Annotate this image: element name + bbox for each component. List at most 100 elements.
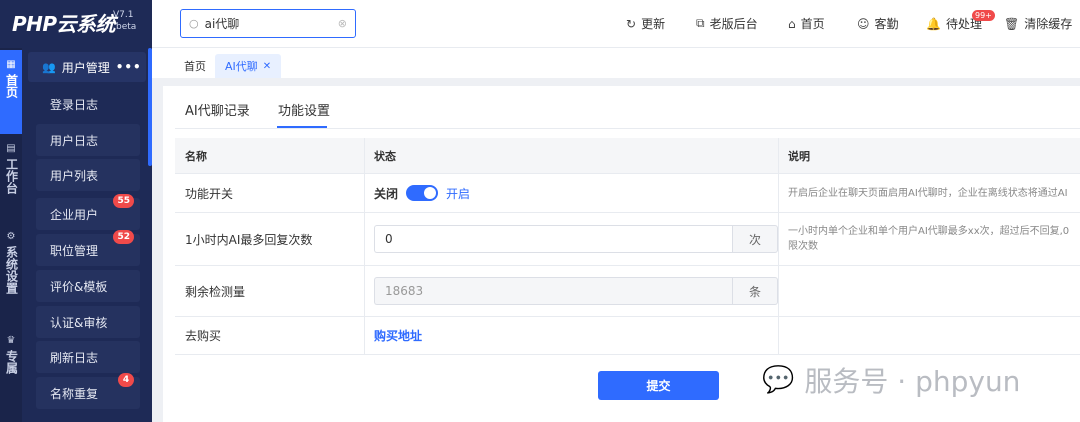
crown-icon: ♛ — [6, 335, 16, 346]
rail-item-label: 系统设置 — [4, 246, 19, 294]
wechat-icon: 💬 — [762, 365, 795, 395]
logo-text: PHP云系统 — [12, 12, 116, 36]
sidebar-item-label: 职位管理 — [50, 243, 99, 258]
refresh-icon: ↻ — [626, 16, 637, 31]
bell-icon: 🔔 — [926, 16, 941, 31]
rail-item-workbench[interactable]: ▤ 工作台 — [0, 138, 22, 218]
toggle-cell: 关闭 开启 — [364, 174, 778, 212]
watermark-text: 服务号 · phpyun — [804, 365, 1021, 398]
count-badge: 4 — [118, 373, 134, 387]
row-desc-switch: 开启后企业在聊天页面启用AI代聊时，企业在离线状态将通过AI — [788, 187, 1068, 199]
row-name-switch: 功能开关 — [185, 186, 234, 201]
sidebar-item-duplicate-names[interactable]: 名称重复 4 — [36, 373, 140, 409]
sidebar-item-label: 用户日志 — [50, 133, 99, 148]
sidebar: 👥 用户管理 ••• 登录日志 用户日志 用户列表 企业用户 55 职位管理 52 … — [22, 48, 152, 422]
feature-toggle[interactable] — [406, 185, 439, 201]
home-label: 首页 — [800, 17, 825, 31]
trash-icon: 🗑 — [1004, 16, 1020, 31]
count-badge: 55 — [113, 194, 134, 208]
sidebar-group-label: 用户管理 — [61, 60, 110, 75]
sidebar-item-label: 认证&审核 — [50, 315, 108, 330]
page-tabs: 首页 AI代聊 ✕ — [152, 48, 1080, 78]
rail-item-home[interactable]: ▦ 首页 — [0, 50, 22, 134]
rail-item-label: 专属 — [4, 350, 19, 374]
tab-home[interactable]: 首页 — [174, 54, 216, 78]
buy-link[interactable]: 购买地址 — [374, 327, 422, 344]
unit-label: 条 — [732, 277, 778, 305]
attendance-label: 客勤 — [874, 17, 899, 31]
sidebar-item-label: 用户列表 — [50, 168, 99, 183]
row-name-buy: 去购买 — [185, 329, 222, 343]
nav-rail: ▦ 首页 ▤ 工作台 ⚙ 系统设置 ♛ 专属 — [0, 48, 22, 422]
rail-item-system-settings[interactable]: ⚙ 系统设置 — [0, 226, 22, 316]
sidebar-item-label: 刷新日志 — [50, 350, 99, 365]
brand-logo[interactable]: PHP云系统 V7.1 beta — [0, 0, 152, 48]
sidebar-item-label: 名称重复 — [50, 386, 99, 401]
sidebar-item-label: 企业用户 — [50, 207, 99, 222]
gear-icon: ⚙ — [6, 231, 16, 242]
search-icon: ○ — [189, 17, 199, 30]
max-replies-input[interactable]: 0 — [374, 225, 732, 253]
clear-icon[interactable]: ⊗ — [338, 17, 347, 30]
old-backend-button[interactable]: ⧉ 老版后台 — [696, 15, 758, 32]
submit-button[interactable]: 提交 — [598, 371, 719, 400]
clear-cache-button[interactable]: 🗑 清除缓存 — [1004, 15, 1072, 32]
buy-cell: 购买地址 — [364, 317, 778, 354]
more-icon[interactable]: ••• — [116, 60, 142, 74]
column-header-name: 名称 — [175, 138, 364, 174]
watermark: 💬 服务号 · phpyun — [762, 360, 1020, 400]
subtab-settings[interactable]: 功能设置 — [278, 100, 330, 119]
attendance-button[interactable]: ☺ 客勤 — [857, 15, 899, 32]
sidebar-item-refresh-log[interactable]: 刷新日志 — [36, 341, 140, 373]
pending-badge: 99+ — [972, 10, 995, 21]
sidebar-group-user-management[interactable]: 👥 用户管理 ••• — [28, 52, 146, 82]
column-header-status: 状态 — [364, 138, 778, 174]
top-bar: ○ ai代聊 ⊗ ↻ 更新 ⧉ 老版后台 ⌂ 首页 ☺ 客勤 🔔 待处理 99+ 🗑 清除缓存 — [152, 0, 1080, 48]
beta-label: beta — [116, 22, 137, 32]
sidebar-item-label: 评价&模板 — [50, 279, 108, 294]
column-header-desc: 说明 — [778, 138, 1080, 174]
row-name-remaining: 剩余检测量 — [185, 284, 246, 299]
subtab-records[interactable]: AI代聊记录 — [185, 100, 250, 119]
rail-item-exclusive[interactable]: ♛ 专属 — [0, 330, 22, 390]
sidebar-item-login-log[interactable]: 登录日志 — [36, 88, 140, 120]
sidebar-item-reviews-templates[interactable]: 评价&模板 — [36, 270, 140, 302]
remaining-input: 18683 — [374, 277, 732, 305]
version-label: V7.1 — [113, 10, 134, 20]
row-name-max-replies: 1小时内AI最多回复次数 — [185, 232, 313, 247]
toggle-knob — [424, 187, 437, 199]
count-badge: 52 — [113, 230, 134, 244]
search-input[interactable]: ○ ai代聊 ⊗ — [180, 9, 356, 38]
max-replies-cell: 0 次 — [364, 213, 778, 265]
toggle-off-label: 关闭 — [374, 186, 399, 201]
pending-button[interactable]: 🔔 待处理 99+ — [926, 10, 995, 32]
unit-label: 次 — [732, 225, 778, 253]
users-icon: 👥 — [42, 60, 56, 74]
sidebar-item-user-list[interactable]: 用户列表 — [36, 159, 140, 191]
divider — [175, 128, 1080, 129]
refresh-label: 更新 — [641, 17, 666, 31]
search-value: ai代聊 — [204, 17, 240, 31]
old-backend-label: 老版后台 — [709, 17, 758, 31]
grid-icon: ▦ — [6, 59, 16, 70]
tab-ai-chat[interactable]: AI代聊 ✕ — [215, 54, 282, 78]
close-icon[interactable]: ✕ — [263, 61, 271, 72]
remaining-cell: 18683 条 — [364, 266, 778, 316]
chart-icon: ▤ — [6, 143, 16, 154]
home-icon: ⌂ — [788, 16, 796, 31]
sidebar-item-verification[interactable]: 认证&审核 — [36, 306, 140, 338]
sidebar-item-user-log[interactable]: 用户日志 — [36, 124, 140, 156]
refresh-button[interactable]: ↻ 更新 — [626, 15, 665, 32]
max-replies-input-group: 0 次 — [374, 225, 778, 253]
row-divider — [175, 354, 1080, 355]
home-button[interactable]: ⌂ 首页 — [788, 15, 825, 32]
sidebar-item-label: 登录日志 — [50, 97, 99, 112]
sidebar-item-company-users[interactable]: 企业用户 55 — [36, 194, 140, 230]
export-icon: ⧉ — [696, 16, 705, 30]
tab-label: AI代聊 — [225, 60, 258, 73]
sidebar-item-job-management[interactable]: 职位管理 52 — [36, 230, 140, 266]
row-desc-max-replies: 一小时内单个企业和单个用户AI代聊最多xx次，超过后不回复,0限次数 — [788, 226, 1070, 252]
remaining-input-group: 18683 条 — [374, 277, 778, 305]
rail-item-label: 首页 — [4, 74, 19, 98]
clear-cache-label: 清除缓存 — [1024, 17, 1073, 31]
